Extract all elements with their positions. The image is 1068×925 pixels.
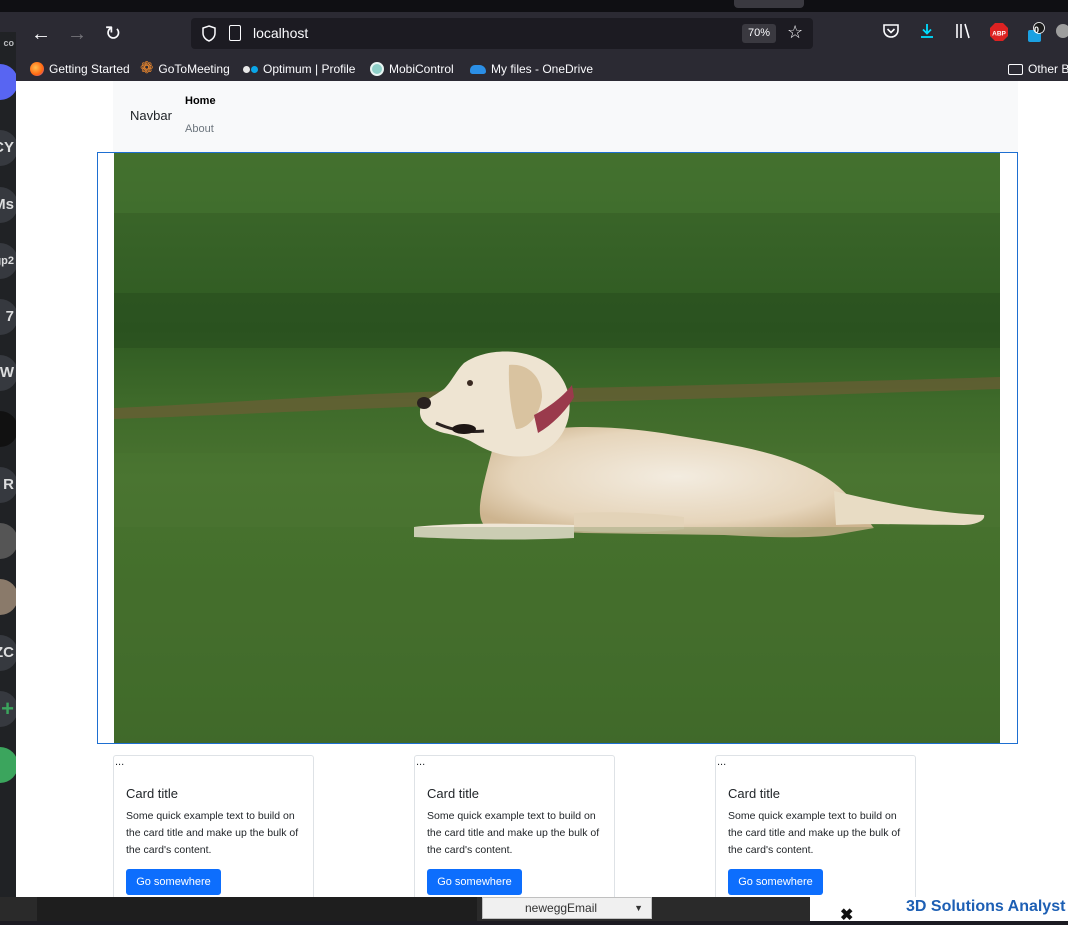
bookmark-label: Getting Started (49, 62, 130, 76)
carousel-image[interactable] (114, 153, 1000, 743)
bookmark-label: MobiControl (389, 62, 454, 76)
library-icon[interactable] (952, 22, 974, 44)
other-bookmarks-label: Other B (1028, 62, 1068, 76)
abp-label: ABP (992, 31, 1006, 38)
add-server-icon[interactable]: + (0, 691, 16, 727)
chevron-down-icon: ▼ (634, 903, 643, 913)
pocket-icon[interactable] (880, 22, 902, 44)
bookmark-optimum[interactable]: Optimum | Profile (243, 60, 355, 78)
card: ... Card title Some quick example text t… (715, 755, 916, 897)
tab-strip (0, 0, 1068, 12)
server-icon[interactable]: W (0, 355, 16, 391)
card-image-alt: ... (416, 756, 426, 768)
navbar-brand[interactable]: Navbar (130, 108, 172, 123)
card-title: Card title (728, 786, 781, 801)
job-banner: ✖ 3D Solutions Analyst (810, 897, 1068, 924)
bookmark-star-icon[interactable]: ☆ (787, 22, 803, 43)
card-image-alt: ... (717, 756, 727, 768)
bookmark-label: My files - OneDrive (491, 62, 594, 76)
server-icon[interactable]: ZC (0, 635, 16, 671)
bookmarks-bar: Getting Started ❁ GoToMeeting Optimum | … (0, 56, 1068, 81)
extension-icon[interactable]: 0 (1024, 22, 1046, 44)
card: ... Card title Some quick example text t… (113, 755, 314, 897)
card-title: Card title (427, 786, 480, 801)
mobicontrol-icon (370, 62, 384, 76)
url-text[interactable]: localhost (253, 25, 308, 41)
discord-server-strip: co CY Ms gp2 7 W R ZC + (0, 32, 16, 921)
bookmark-onedrive[interactable]: My files - OneDrive (470, 60, 593, 78)
carousel (97, 152, 1018, 744)
job-title[interactable]: 3D Solutions Analyst (906, 898, 1065, 916)
discord-home-icon[interactable]: co (0, 32, 16, 68)
taskbar-area (37, 897, 477, 921)
card: ... Card title Some quick example text t… (414, 755, 615, 897)
card-image-alt: ... (115, 756, 125, 768)
go-somewhere-button[interactable]: Go somewhere (427, 869, 522, 895)
email-select-value: neweggEmail (525, 901, 598, 915)
server-icon[interactable]: Ms (0, 187, 16, 223)
bookmark-gotomeeting[interactable]: ❁ GoToMeeting (140, 60, 230, 78)
adblock-icon[interactable]: ABP (988, 22, 1010, 44)
card-text: Some quick example text to build on the … (126, 810, 299, 856)
profile-icon[interactable] (1056, 24, 1068, 38)
bookmark-getting-started[interactable]: Getting Started (30, 60, 130, 78)
folder-icon (1008, 63, 1023, 75)
other-bookmarks[interactable]: Other B (1008, 60, 1068, 78)
zoom-indicator[interactable]: 70% (742, 24, 777, 43)
go-somewhere-button[interactable]: Go somewhere (728, 869, 823, 895)
server-icon[interactable]: 7 (0, 299, 16, 335)
bookmark-mobicontrol[interactable]: MobiControl (370, 60, 454, 78)
card-text: Some quick example text to build on the … (427, 810, 600, 856)
shield-icon[interactable] (201, 25, 217, 42)
download-icon[interactable] (916, 22, 938, 44)
card-text: Some quick example text to build on the … (728, 810, 901, 856)
desktop-taskbar: neweggEmail ▼ ✖ 3D Solutions Analyst (0, 897, 1068, 924)
gotomeeting-icon: ❁ (140, 60, 154, 77)
nav-link-home[interactable]: Home (185, 95, 216, 107)
server-icon[interactable]: CY (0, 130, 16, 166)
forward-arrow-icon[interactable]: → (65, 22, 89, 46)
site-navbar: Navbar Home About (113, 81, 1018, 152)
optimum-icon (243, 65, 258, 73)
onedrive-cloud-icon (470, 64, 486, 74)
dog-photo-image (114, 153, 1000, 743)
server-icon[interactable]: gp2 (0, 243, 16, 279)
brand-logo-icon: ✖ (840, 907, 854, 924)
go-somewhere-button[interactable]: Go somewhere (126, 869, 221, 895)
server-image-icon[interactable] (0, 411, 16, 447)
url-bar[interactable]: localhost 70% ☆ (191, 18, 813, 49)
explore-servers-icon[interactable] (0, 747, 16, 783)
web-page: Navbar Home About ... Card title Some qu… (16, 81, 1068, 897)
server-image-icon[interactable] (0, 579, 16, 615)
nav-link-about[interactable]: About (185, 123, 214, 135)
email-select[interactable]: neweggEmail ▼ (482, 897, 652, 919)
server-icon[interactable]: R (0, 467, 16, 503)
bookmark-label: Optimum | Profile (263, 62, 356, 76)
extension-badge: 0 (1034, 25, 1040, 35)
firefox-icon (30, 62, 44, 76)
discord-logo-icon[interactable] (0, 64, 16, 100)
server-image-icon[interactable] (0, 523, 16, 559)
card-title: Card title (126, 786, 179, 801)
browser-toolbar: ← → ↻ localhost 70% ☆ ABP 0 (0, 12, 1068, 56)
tab-hint[interactable] (734, 0, 804, 8)
back-arrow-icon[interactable]: ← (29, 22, 53, 46)
bookmark-label: GoToMeeting (158, 62, 230, 76)
reload-icon[interactable]: ↻ (101, 22, 125, 46)
page-icon (229, 25, 241, 41)
